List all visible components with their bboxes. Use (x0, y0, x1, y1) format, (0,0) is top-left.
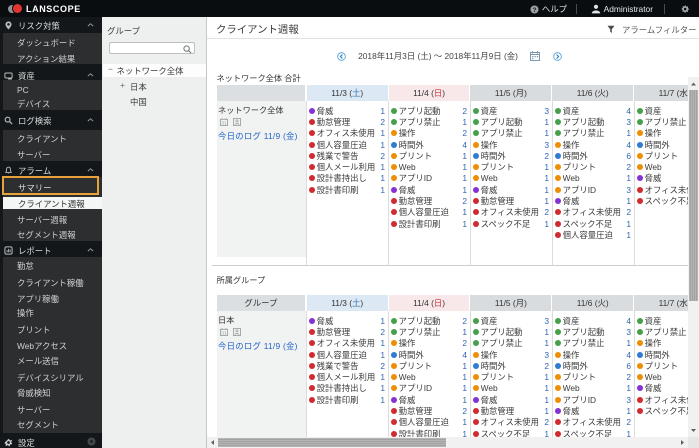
svg-text:31: 31 (222, 120, 228, 126)
svg-text:31: 31 (222, 330, 228, 336)
svg-text:?: ? (532, 6, 536, 13)
